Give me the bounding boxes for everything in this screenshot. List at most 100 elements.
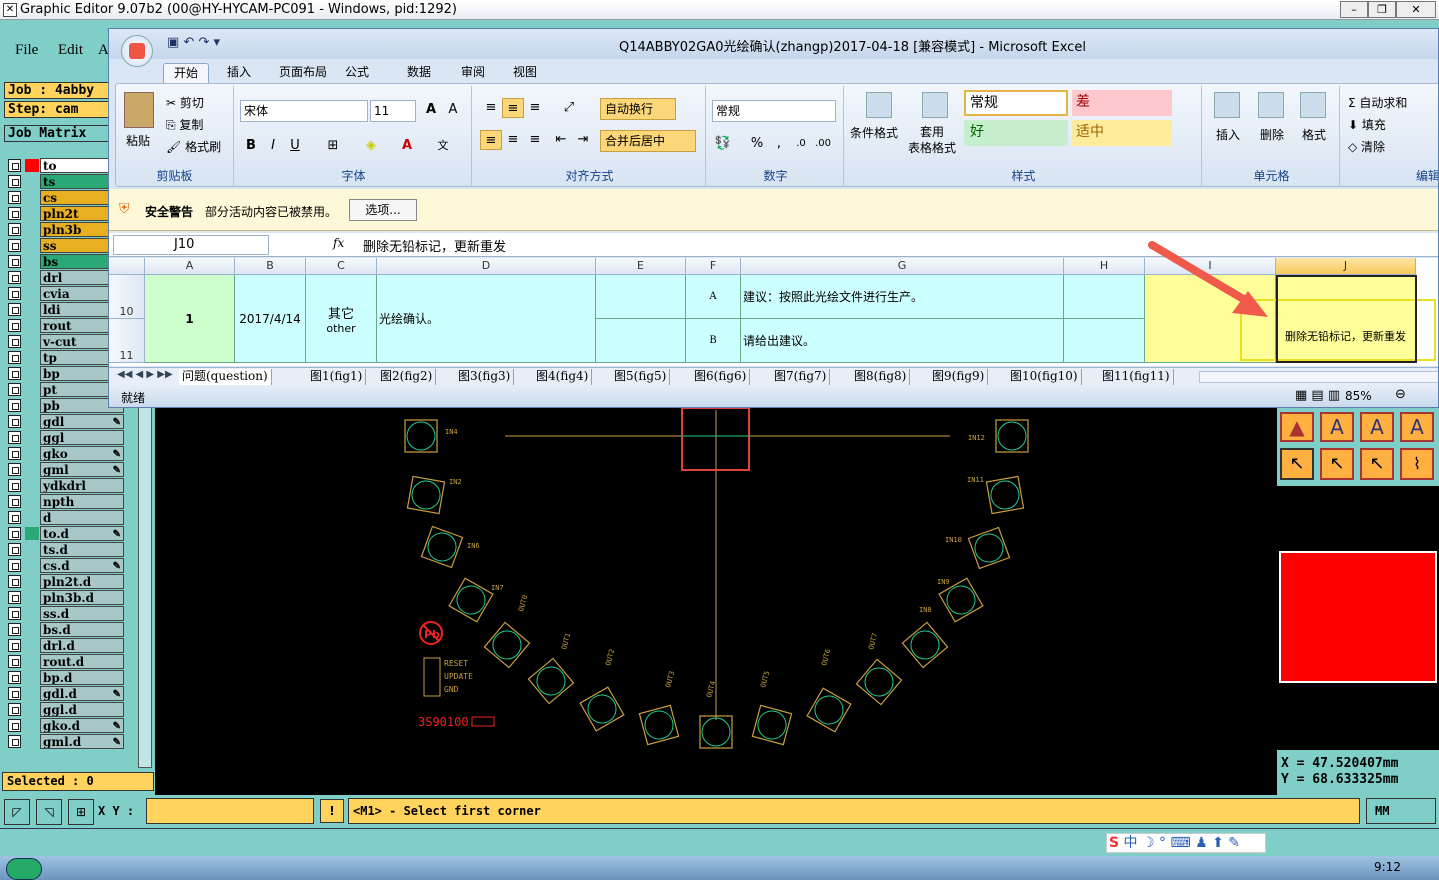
layer-row[interactable]: drl <box>4 270 124 285</box>
layer-name[interactable]: bp.d <box>40 670 124 685</box>
layer-checkbox[interactable] <box>8 367 21 380</box>
layer-row[interactable]: rout <box>4 318 124 333</box>
layer-checkbox[interactable] <box>8 527 21 540</box>
layer-row[interactable]: ydkdrl <box>4 478 124 493</box>
start-button[interactable] <box>6 858 42 880</box>
function-icon[interactable]: fx <box>333 236 344 250</box>
column-header[interactable]: F <box>686 258 741 275</box>
layer-row[interactable]: gml ✎ <box>4 462 124 477</box>
layer-name[interactable]: ydkdrl <box>40 478 124 493</box>
format-cells-icon[interactable] <box>1300 92 1326 118</box>
formula-input[interactable]: 删除无铅标记，更新重发 <box>363 236 506 255</box>
bold-icon[interactable]: B <box>240 136 262 156</box>
copy-button[interactable]: ⎘ 复制 <box>166 116 203 133</box>
layer-name[interactable]: to.d ✎ <box>40 526 124 541</box>
layer-name[interactable]: gdl.d ✎ <box>40 686 124 701</box>
layer-checkbox[interactable] <box>8 559 21 572</box>
close-button[interactable]: ✕ <box>1396 1 1436 18</box>
clear-button[interactable]: ◇ 清除 <box>1348 138 1385 155</box>
cell-e10[interactable] <box>596 275 686 319</box>
percent-icon[interactable]: % <box>746 134 768 154</box>
align-center-icon[interactable]: ≡ <box>502 130 524 150</box>
delete-cells-icon[interactable] <box>1258 92 1284 118</box>
layer-checkbox[interactable] <box>8 319 21 332</box>
sheet-tab[interactable]: 图1(fig1) <box>307 369 367 385</box>
number-format-select[interactable]: 常规 <box>712 100 836 122</box>
select-icon[interactable]: ↖ <box>1320 448 1354 480</box>
layer-checkbox[interactable] <box>8 735 21 748</box>
sheet-tab[interactable]: 问题(question) <box>179 369 272 385</box>
format-cells-button[interactable]: 格式 <box>1302 126 1326 143</box>
layer-checkbox[interactable] <box>8 495 21 508</box>
style-neutral[interactable]: 适中 <box>1072 120 1172 146</box>
cell-h11[interactable] <box>1064 319 1145 363</box>
increase-decimal-icon[interactable]: .0 <box>790 134 812 154</box>
layer-checkbox[interactable] <box>8 575 21 588</box>
cell-f11[interactable]: B <box>686 319 741 363</box>
phonetic-icon[interactable]: 文 <box>432 136 454 156</box>
layer-name[interactable]: ss.d <box>40 606 124 621</box>
layer-checkbox[interactable] <box>8 719 21 732</box>
layer-row[interactable]: pln2t <box>4 206 124 221</box>
layer-up-icon[interactable]: ▲ <box>1280 412 1314 442</box>
sheet-tab[interactable]: 图10(fig10) <box>1007 369 1082 385</box>
shrink-font-icon[interactable]: A <box>442 100 464 120</box>
sheet-tab[interactable]: 图9(fig9) <box>929 369 989 385</box>
cell-h10[interactable] <box>1064 275 1145 319</box>
cell-g11[interactable]: 请给出建议。 <box>741 319 1064 363</box>
autosum-button[interactable]: Σ 自动求和 <box>1348 94 1407 111</box>
ribbon-tab[interactable]: 插入 <box>217 63 261 83</box>
column-header[interactable]: C <box>306 258 377 275</box>
column-header[interactable]: G <box>741 258 1064 275</box>
ribbon-tab[interactable]: 公式 <box>335 63 379 83</box>
align-bottom-icon[interactable]: ≡ <box>524 98 546 118</box>
layer-row[interactable]: bp <box>4 366 124 381</box>
layer-name[interactable]: drl.d <box>40 638 124 653</box>
font-name-select[interactable]: 宋体 <box>240 100 368 122</box>
layer-checkbox[interactable] <box>8 415 21 428</box>
layer-row[interactable]: bs <box>4 254 124 269</box>
xy-input[interactable] <box>146 798 314 824</box>
layer-row[interactable]: d <box>4 510 124 525</box>
layer-checkbox[interactable] <box>8 607 21 620</box>
ribbon-tab[interactable]: 数据 <box>397 63 441 83</box>
layer-name[interactable]: gml.d ✎ <box>40 734 124 749</box>
column-header[interactable]: A <box>145 258 235 275</box>
layer-row[interactable]: ggl <box>4 430 124 445</box>
font-size-select[interactable]: 11 <box>370 100 416 122</box>
cell-e11[interactable] <box>596 319 686 363</box>
job-matrix-button[interactable]: Job Matrix <box>4 125 110 142</box>
sheet-tab[interactable]: 图7(fig7) <box>771 369 831 385</box>
wrap-text-button[interactable]: 自动换行 <box>600 98 676 120</box>
name-box[interactable]: J10 <box>113 235 269 255</box>
ribbon-tab[interactable]: 视图 <box>503 63 547 83</box>
menu-file[interactable]: File <box>15 42 38 59</box>
paste-icon[interactable] <box>124 92 154 128</box>
comma-icon[interactable]: , <box>768 134 790 154</box>
route-icon[interactable]: ⌇ <box>1400 448 1434 480</box>
layer-checkbox[interactable] <box>8 191 21 204</box>
ime-toolbar[interactable]: S 中 ☽ ° ⌨ ♟ ⬆ ✎ <box>1106 833 1266 853</box>
layer-row[interactable]: ggl.d <box>4 702 124 717</box>
layer-name[interactable]: bs.d <box>40 622 124 637</box>
minimize-button[interactable]: – <box>1340 1 1368 18</box>
column-header[interactable]: D <box>377 258 596 275</box>
layer-row[interactable]: to <box>4 158 124 173</box>
layer-name[interactable]: cs.d ✎ <box>40 558 124 573</box>
layer-checkbox[interactable] <box>8 687 21 700</box>
layer-checkbox[interactable] <box>8 239 21 252</box>
select-circle-icon[interactable]: ↖ <box>1360 448 1394 480</box>
layer-checkbox[interactable] <box>8 447 21 460</box>
font-color-icon[interactable]: A <box>396 136 418 156</box>
maximize-button[interactable]: ❐ <box>1368 1 1396 18</box>
ribbon-tab[interactable]: 页面布局 <box>269 63 337 83</box>
zoom-out-icon[interactable]: ⊖ <box>1395 387 1406 402</box>
layer-row[interactable]: gdl.d ✎ <box>4 686 124 701</box>
pointer-icon[interactable]: ↖ <box>1280 448 1314 480</box>
layer-a-icon[interactable]: A <box>1320 412 1354 442</box>
layer-checkbox[interactable] <box>8 703 21 716</box>
layer-checkbox[interactable] <box>8 671 21 684</box>
layer-checkbox[interactable] <box>8 591 21 604</box>
cond-format-button[interactable]: 条件格式 <box>850 124 898 141</box>
ribbon-tab[interactable]: 开始 <box>163 63 210 83</box>
